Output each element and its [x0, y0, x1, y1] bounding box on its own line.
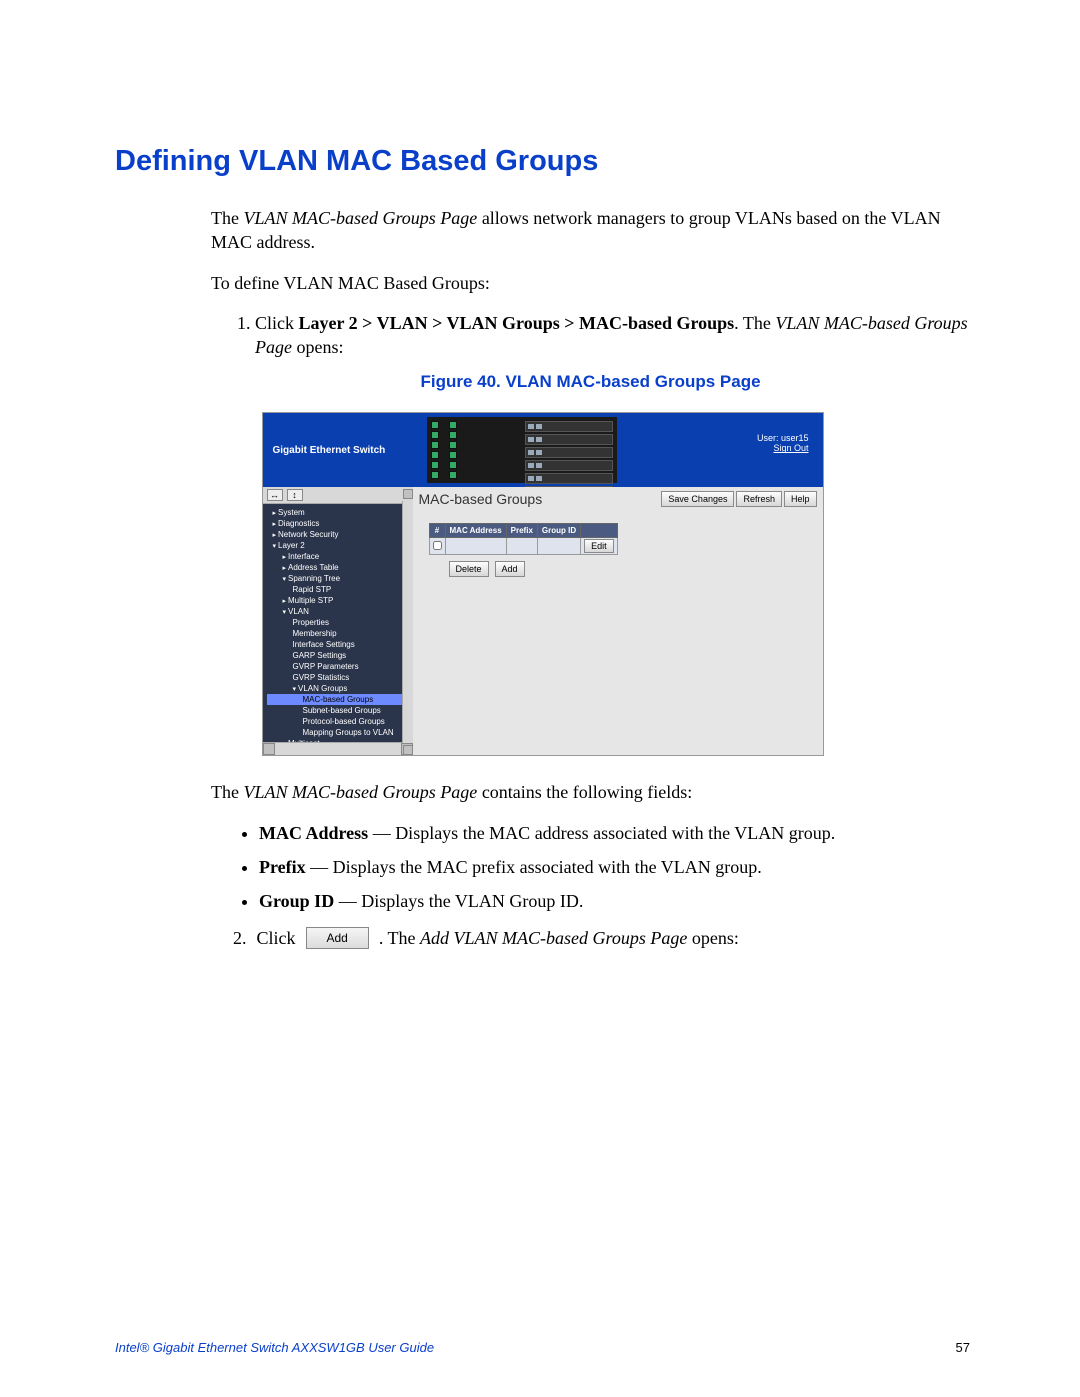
help-button[interactable]: Help — [784, 491, 817, 507]
text-em: Add VLAN MAC-based Groups Page — [420, 928, 687, 948]
nav-collapse-icon[interactable]: ↔ — [267, 489, 283, 501]
text: Click — [257, 926, 296, 950]
field-mac-address: MAC Address — Displays the MAC address a… — [259, 821, 970, 845]
delete-button[interactable]: Delete — [449, 561, 489, 577]
footer-title: Intel® Gigabit Ethernet Switch AXXSW1GB … — [115, 1340, 434, 1355]
page-number: 57 — [956, 1340, 970, 1355]
text: The — [211, 208, 243, 228]
nav-subnet-based-groups[interactable]: Subnet-based Groups — [267, 705, 409, 716]
user-block: User: user15 Sign Out — [757, 433, 809, 453]
col-group-id: Group ID — [537, 524, 580, 538]
page-footer: Intel® Gigabit Ethernet Switch AXXSW1GB … — [115, 1340, 970, 1355]
add-button-inline[interactable]: Add — [306, 927, 369, 949]
fields-list: MAC Address — Displays the MAC address a… — [211, 821, 970, 914]
intro-paragraph: The VLAN MAC-based Groups Page allows ne… — [211, 206, 970, 255]
col-mac-address: MAC Address — [445, 524, 506, 538]
nav-scrollbar-horizontal[interactable] — [263, 742, 413, 755]
product-brand: Gigabit Ethernet Switch — [263, 413, 423, 487]
step-1: Click Layer 2 > VLAN > VLAN Groups > MAC… — [255, 311, 970, 360]
table-header-row: # MAC Address Prefix Group ID — [429, 524, 617, 538]
text: opens: — [687, 928, 739, 948]
steps-list: Click Layer 2 > VLAN > VLAN Groups > MAC… — [211, 311, 970, 360]
edit-button[interactable]: Edit — [584, 539, 614, 553]
text-bold: Layer 2 > VLAN > VLAN Groups > MAC-based… — [299, 313, 735, 333]
nav-tree: System Diagnostics Network Security Laye… — [263, 504, 413, 742]
col-actions — [581, 524, 618, 538]
col-checkbox: # — [429, 524, 445, 538]
figure-caption: Figure 40. VLAN MAC-based Groups Page — [211, 371, 970, 394]
nav-expand-icon[interactable]: ↕ — [287, 489, 303, 501]
sign-out-link[interactable]: Sign Out — [773, 443, 808, 453]
main-panel: MAC-based Groups Save Changes Refresh He… — [413, 487, 823, 755]
nav-rapid-stp[interactable]: Rapid STP — [267, 584, 409, 595]
nav-interface-settings[interactable]: Interface Settings — [267, 639, 409, 650]
text: contains the following fields: — [477, 782, 692, 802]
nav-interface[interactable]: Interface — [267, 551, 409, 562]
nav-properties[interactable]: Properties — [267, 617, 409, 628]
step-number: 2. — [233, 926, 247, 950]
howto-paragraph: To define VLAN MAC Based Groups: — [211, 271, 970, 295]
save-changes-button[interactable]: Save Changes — [661, 491, 734, 507]
text-em: VLAN MAC-based Groups Page — [243, 208, 477, 228]
nav-membership[interactable]: Membership — [267, 628, 409, 639]
rack-graphic — [427, 417, 617, 483]
step-2: 2. Click Add . The Add VLAN MAC-based Gr… — [233, 926, 970, 950]
text: The — [211, 782, 243, 802]
nav-address-table[interactable]: Address Table — [267, 562, 409, 573]
nav-gvrp-parameters[interactable]: GVRP Parameters — [267, 661, 409, 672]
nav-mac-based-groups[interactable]: MAC-based Groups — [267, 694, 409, 705]
nav-system[interactable]: System — [267, 507, 409, 518]
nav-multiple-stp[interactable]: Multiple STP — [267, 595, 409, 606]
field-label: Prefix — [259, 857, 306, 877]
nav-scrollbar-vertical[interactable] — [402, 501, 413, 743]
field-desc: — Displays the MAC address associated wi… — [368, 823, 835, 843]
nav-vlan-groups[interactable]: VLAN Groups — [267, 683, 409, 694]
screenshot-container: Gigabit Ethernet Switch User: — [262, 412, 824, 756]
nav-vlan[interactable]: VLAN — [267, 606, 409, 617]
field-group-id: Group ID — Displays the VLAN Group ID. — [259, 889, 970, 913]
mac-groups-table: # MAC Address Prefix Group ID Edit — [429, 523, 618, 555]
nav-garp-settings[interactable]: GARP Settings — [267, 650, 409, 661]
nav-toolbar: ↔ ↕ — [263, 487, 413, 504]
nav-multicast[interactable]: Multicast — [267, 738, 409, 742]
nav-sidebar: ↔ ↕ System Diagnostics Network Security … — [263, 487, 413, 755]
text: opens: — [292, 337, 344, 357]
nav-network-security[interactable]: Network Security — [267, 529, 409, 540]
text: . The — [734, 313, 775, 333]
col-prefix: Prefix — [506, 524, 537, 538]
nav-diagnostics[interactable]: Diagnostics — [267, 518, 409, 529]
field-label: MAC Address — [259, 823, 368, 843]
field-desc: — Displays the VLAN Group ID. — [334, 891, 583, 911]
text: . The — [379, 928, 420, 948]
table-row: Edit — [429, 538, 617, 555]
row-checkbox[interactable] — [433, 541, 442, 550]
nav-layer2[interactable]: Layer 2 — [267, 540, 409, 551]
nav-protocol-based-groups[interactable]: Protocol-based Groups — [267, 716, 409, 727]
add-button[interactable]: Add — [495, 561, 525, 577]
text: Click — [255, 313, 299, 333]
fields-intro: The VLAN MAC-based Groups Page contains … — [211, 780, 970, 804]
field-prefix: Prefix — Displays the MAC prefix associa… — [259, 855, 970, 879]
panel-title: MAC-based Groups — [419, 491, 543, 507]
field-desc: — Displays the MAC prefix associated wit… — [306, 857, 762, 877]
page-heading: Defining VLAN MAC Based Groups — [115, 145, 970, 178]
text-em: VLAN MAC-based Groups Page — [243, 782, 477, 802]
refresh-button[interactable]: Refresh — [736, 491, 782, 507]
nav-mapping-groups[interactable]: Mapping Groups to VLAN — [267, 727, 409, 738]
nav-spanning-tree[interactable]: Spanning Tree — [267, 573, 409, 584]
nav-gvrp-statistics[interactable]: GVRP Statistics — [267, 672, 409, 683]
text: . The Add VLAN MAC-based Groups Page ope… — [379, 926, 739, 950]
field-label: Group ID — [259, 891, 334, 911]
user-label: User: user15 — [757, 433, 809, 443]
